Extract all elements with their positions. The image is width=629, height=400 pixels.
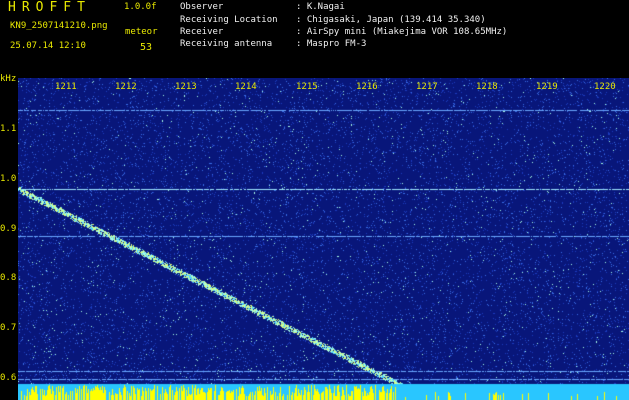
x-tick-1218: 1218 (476, 82, 498, 92)
x-tick-1214: 1214 (235, 82, 257, 92)
x-tick-1217: 1217 (416, 82, 438, 92)
x-tick-1212: 1212 (115, 82, 137, 92)
datetime-label: 25.07.14 12:10 (10, 41, 86, 51)
location-label: Receiving Location (180, 15, 278, 25)
mode-label: meteor (125, 27, 158, 37)
y-tick-0-8: 0.8 (0, 273, 17, 283)
y-tick-0-9: 0.9 (0, 224, 17, 234)
header-panel: HROFFT 1.0.0f KN9_2507141210.png 25.07.1… (0, 0, 629, 76)
x-tick-1211: 1211 (55, 82, 77, 92)
x-tick-1216: 1216 (356, 82, 378, 92)
antenna-value: : Maspro FM-3 (296, 39, 367, 49)
y-tick-0-7: 0.7 (0, 323, 17, 333)
observer-value: : K.Nagai (296, 2, 345, 12)
observer-label: Observer (180, 2, 224, 12)
receiver-label: Receiver (180, 27, 224, 37)
location-value: : Chigasaki, Japan (139.414 35.340) (296, 15, 486, 25)
version-label: 1.0.0f (124, 2, 157, 12)
y-tick-1-1: 1.1 (0, 124, 17, 134)
y-axis-unit: kHz (0, 74, 17, 84)
x-tick-1213: 1213 (175, 82, 197, 92)
x-tick-1220: 1220 (594, 82, 616, 92)
antenna-label: Receiving antenna (180, 39, 273, 49)
receiver-value: : AirSpy mini (Miakejima VOR 108.65MHz) (296, 27, 508, 37)
spectrogram-canvas (18, 78, 629, 400)
y-tick-0-6: 0.6 (0, 373, 17, 383)
filename-label: KN9_2507141210.png (10, 21, 108, 31)
app-title: HROFFT (8, 0, 91, 15)
count-label: 53 (140, 42, 153, 53)
x-tick-1219: 1219 (536, 82, 558, 92)
x-tick-1215: 1215 (296, 82, 318, 92)
y-tick-1-0: 1.0 (0, 174, 17, 184)
